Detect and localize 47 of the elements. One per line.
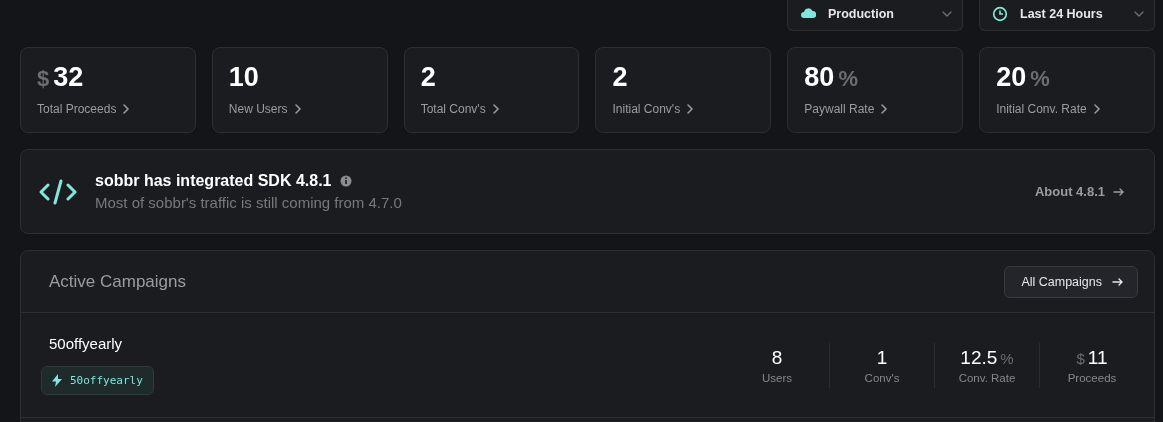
banner-subtitle: Most of sobbr's traffic is still coming from 4.7.0 [95, 194, 403, 211]
stat-link[interactable]: Paywall Rate [804, 102, 889, 116]
unit-symbol: % [1030, 66, 1050, 92]
clock-icon [992, 6, 1008, 22]
chevron-right-icon [122, 104, 131, 114]
unit-symbol: $ [1076, 349, 1085, 367]
stat-link[interactable]: New Users [228, 102, 302, 116]
arrow-right-icon [1113, 186, 1124, 197]
metric-value: 11 [1087, 346, 1108, 369]
filter-dropdown[interactable]: Last 24 Hours [979, 0, 1155, 31]
unit-symbol: % [1000, 349, 1014, 367]
metric-label: Conv. Rate [958, 371, 1016, 384]
stat-link[interactable]: Initial Conv's [612, 102, 695, 116]
stat-value: 32 [53, 62, 84, 93]
tag-text: 50offyearly [70, 374, 143, 387]
campaign-name[interactable]: 50offyearly [49, 335, 725, 352]
filter-dropdown[interactable]: Production [787, 0, 963, 31]
chevron-right-icon [1092, 104, 1101, 114]
stat-link[interactable]: Total Conv's [420, 102, 500, 116]
panel-title: Active Campaigns [49, 271, 186, 292]
metric-label: Proceeds [1067, 371, 1117, 384]
metric-value: 12.5 [960, 346, 998, 369]
stat-value: 80 [804, 62, 835, 93]
unit-symbol: % [838, 66, 858, 92]
stat-value: 2 [612, 62, 628, 93]
metric-value: 1 [876, 346, 888, 369]
chevron-right-icon [686, 104, 695, 114]
all-campaigns-button[interactable]: All Campaigns [1004, 265, 1138, 298]
chevron-down-icon [942, 11, 952, 17]
info-icon [339, 175, 352, 187]
chevron-right-icon [491, 104, 500, 114]
chevron-right-icon [880, 104, 889, 114]
stat-value: 20 [996, 62, 1027, 93]
metric-label: Users [762, 371, 792, 384]
stat-value: 10 [228, 62, 259, 93]
unit-symbol: $ [37, 66, 50, 92]
arrow-right-icon [1112, 276, 1123, 287]
about-link[interactable]: About 4.8.1 [1034, 184, 1124, 199]
metric-value: 8 [771, 346, 783, 369]
chevron-right-icon [293, 104, 302, 114]
metric-label: Conv's [864, 371, 900, 384]
stat-link[interactable]: Total Proceeds [37, 102, 131, 116]
lightning-icon [52, 374, 62, 387]
banner-title: sobbr has integrated SDK 4.8.1 [95, 172, 332, 190]
chevron-down-icon [1134, 11, 1144, 17]
stat-link[interactable]: Initial Conv. Rate [996, 102, 1101, 116]
stat-value: 2 [420, 62, 436, 93]
